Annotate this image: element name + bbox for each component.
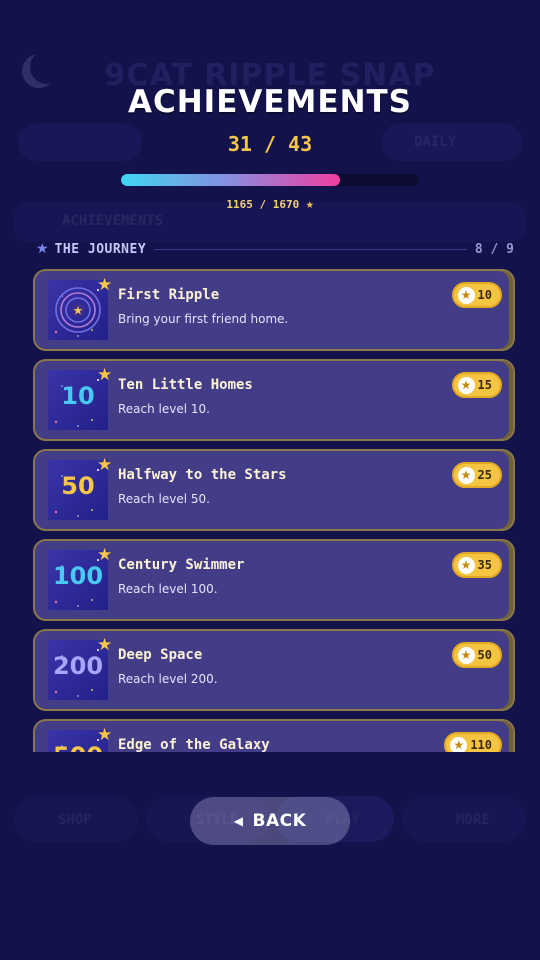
unlocked-star-icon: ★ [97,365,113,385]
achievement-description: Reach level 200. [118,672,218,686]
reward-badge: ★ 35 [451,552,502,578]
unlocked-star-icon: ★ [97,275,113,295]
reward-value: 50 [477,648,492,662]
back-triangle-icon: ◀ [233,814,244,828]
achievement-title: Ten Little Homes [118,377,253,393]
section-divider [154,248,467,250]
achievement-card[interactable]: 500★Edge of the Galaxy★110 [33,719,515,752]
achievement-description: Reach level 100. [118,582,218,596]
reward-badge: ★ 110 [444,732,502,752]
star-icon: ★ [457,466,475,484]
level-number: 100 [52,562,104,590]
reward-badge: ★ 50 [451,642,502,668]
level-number: 10 [61,382,95,410]
star-icon: ★ [457,286,475,304]
reward-value: 15 [477,378,492,392]
achievement-title: Century Swimmer [118,557,245,573]
achievements-overlay: ACHIEVEMENTS 31 / 43 1165 / 1670 ★ ★ THE… [0,0,540,960]
level-number: 200 [52,652,104,680]
section-title: THE JOURNEY [54,241,147,257]
reward-badge: ★ 25 [451,462,502,488]
achievement-description: Bring your first friend home. [118,312,289,326]
achievement-card[interactable]: 50 ★ Halfway to the Stars Reach level 50. ★ 2… [33,449,515,531]
section-progress: 8 / 9 [474,241,514,257]
level-number: 50 [61,472,95,500]
achievement-list[interactable]: ★ ★ First Ripple Bring your first friend ho… [33,269,515,752]
star-icon: ★ [457,556,475,574]
achievement-progress-fill [121,174,341,186]
back-label: BACK [252,811,307,831]
section-header: ★ THE JOURNEY 8 / 9 [36,238,514,260]
back-button[interactable]: ◀ BACK [190,797,350,845]
star-icon: ★ [305,197,314,212]
achievement-description: Reach level 10. [118,402,210,416]
star-icon: ★ [36,241,49,257]
achievement-title: First Ripple [118,287,220,303]
svg-text:★: ★ [73,304,84,318]
unlocked-count: 31 / 43 [227,132,313,156]
points-progress: 1165 / 1670 ★ [0,197,540,212]
reward-value: 110 [470,738,492,752]
reward-badge: ★ 15 [451,372,502,398]
reward-value: 10 [477,288,492,302]
unlocked-star-icon: ★ [97,635,113,655]
unlocked-star-icon: ★ [97,725,113,745]
reward-value: 25 [477,468,492,482]
achievement-card[interactable]: ★ ★ First Ripple Bring your first friend ho… [33,269,515,351]
reward-badge: ★ 10 [451,282,502,308]
achievement-card[interactable]: 100 ★ Century Swimmer Reach level 100. ★ 35 [33,539,515,621]
page-title: ACHIEVEMENTS [127,84,412,120]
achievement-title: Halfway to the Stars [118,467,287,483]
points-text: 1165 / 1670 [226,198,300,211]
star-icon: ★ [457,376,475,394]
star-icon: ★ [450,736,468,752]
achievement-title: Deep Space [118,647,203,663]
achievement-card[interactable]: 200 ★ Deep Space Reach level 200. ★ 50 [33,629,515,711]
achievement-progress-bar [121,174,419,186]
achievement-card[interactable]: 10 ★ Ten Little Homes Reach level 10. ★ 15 [33,359,515,441]
star-icon: ★ [457,646,475,664]
achievement-title: Edge of the Galaxy [118,737,270,752]
achievement-description: Reach level 50. [118,492,210,506]
reward-value: 35 [477,558,492,572]
unlocked-star-icon: ★ [97,455,113,475]
unlocked-star-icon: ★ [97,545,113,565]
